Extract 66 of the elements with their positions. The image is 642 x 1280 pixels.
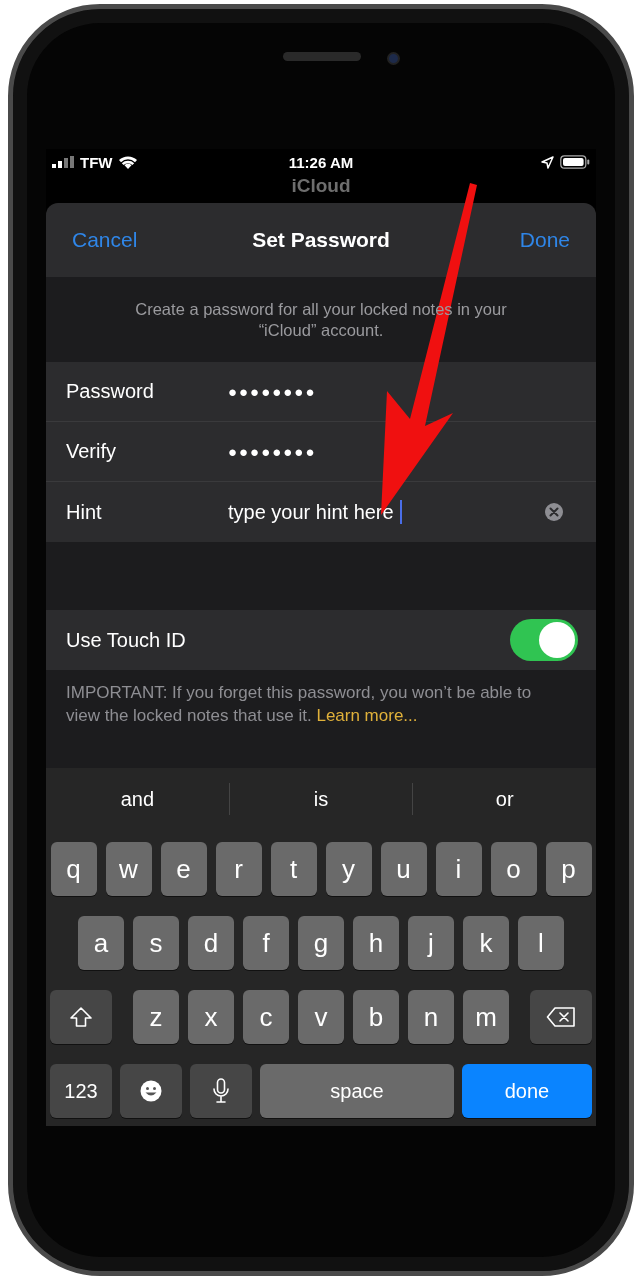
text-field[interactable]: type your hint here	[228, 492, 544, 532]
letter-key[interactable]: u	[380, 842, 427, 896]
clear-icon[interactable]	[544, 502, 564, 522]
field-label: Verify	[66, 440, 118, 463]
backspace-key[interactable]	[530, 990, 592, 1044]
backspace-icon	[546, 1006, 576, 1028]
smiley-icon	[139, 1079, 163, 1103]
battery-icon	[560, 155, 590, 169]
suggestion[interactable]: or	[413, 786, 596, 812]
letter-key[interactable]: v	[298, 990, 344, 1044]
letter-key[interactable]: t	[270, 842, 317, 896]
microphone-icon	[212, 1078, 230, 1104]
text-cursor	[399, 500, 402, 524]
letter-key[interactable]: w	[105, 842, 152, 896]
numbers-key[interactable]: 123	[50, 1064, 112, 1118]
letter-key[interactable]: n	[408, 990, 454, 1044]
suggestion[interactable]: and	[46, 786, 229, 812]
letter-key[interactable]: a	[78, 916, 124, 970]
touch-id-toggle[interactable]	[510, 619, 578, 661]
done-button[interactable]: Done	[480, 228, 570, 252]
suggestion[interactable]: is	[229, 786, 413, 812]
clock-time: 11:26 AM	[288, 153, 354, 171]
letter-key[interactable]: b	[353, 990, 399, 1044]
letter-key[interactable]: d	[188, 916, 234, 970]
done-key[interactable]: done	[462, 1064, 592, 1118]
letter-key[interactable]: e	[160, 842, 207, 896]
learn-more-link[interactable]: Learn more...	[316, 706, 418, 725]
field-value: ●●●●●●●●	[228, 383, 317, 400]
footer-text: IMPORTANT: If you forget this password, you won’t be able to view the locked notes that use it. Learn more...	[46, 670, 596, 768]
letter-key[interactable]: l	[518, 916, 564, 970]
password-field[interactable]: ●●●●●●●●	[228, 371, 576, 412]
password-field[interactable]: ●●●●●●●●	[228, 431, 576, 472]
letter-key[interactable]: y	[325, 842, 372, 896]
letter-key[interactable]: s	[133, 916, 179, 970]
shift-key[interactable]	[50, 990, 112, 1044]
field-value: ●●●●●●●●	[228, 443, 317, 460]
letter-key[interactable]: j	[408, 916, 454, 970]
field-label: Password	[66, 380, 155, 403]
letter-key[interactable]: x	[188, 990, 234, 1044]
letter-key[interactable]: o	[490, 842, 537, 896]
letter-key[interactable]: h	[353, 916, 399, 970]
field-label: Hint	[66, 500, 103, 524]
wifi-icon	[118, 155, 139, 169]
touch-id-label: Use Touch ID	[66, 628, 187, 652]
shift-arrow-icon	[69, 1006, 93, 1028]
cancel-button[interactable]: Cancel	[72, 228, 162, 252]
nav-title: iCloud	[291, 175, 351, 197]
letter-key[interactable]: p	[545, 842, 592, 896]
space-key[interactable]: space	[260, 1064, 454, 1118]
camera-dot	[386, 52, 400, 65]
letter-key[interactable]: m	[463, 990, 509, 1044]
dictation-key[interactable]	[190, 1064, 252, 1118]
signal-icon	[52, 156, 74, 168]
letter-key[interactable]: c	[243, 990, 289, 1044]
emoji-key[interactable]	[120, 1064, 182, 1118]
letter-key[interactable]: q	[50, 842, 97, 896]
location-arrow-icon	[541, 155, 554, 169]
letter-key[interactable]: g	[298, 916, 344, 970]
carrier-name: TFW	[80, 153, 113, 171]
field-value: type your hint here	[228, 500, 394, 524]
letter-key[interactable]: z	[133, 990, 179, 1044]
letter-key[interactable]: f	[243, 916, 289, 970]
letter-key[interactable]: i	[435, 842, 482, 896]
sheet-title: Set Password	[252, 228, 390, 252]
letter-key[interactable]: r	[215, 842, 262, 896]
letter-key[interactable]: k	[463, 916, 509, 970]
